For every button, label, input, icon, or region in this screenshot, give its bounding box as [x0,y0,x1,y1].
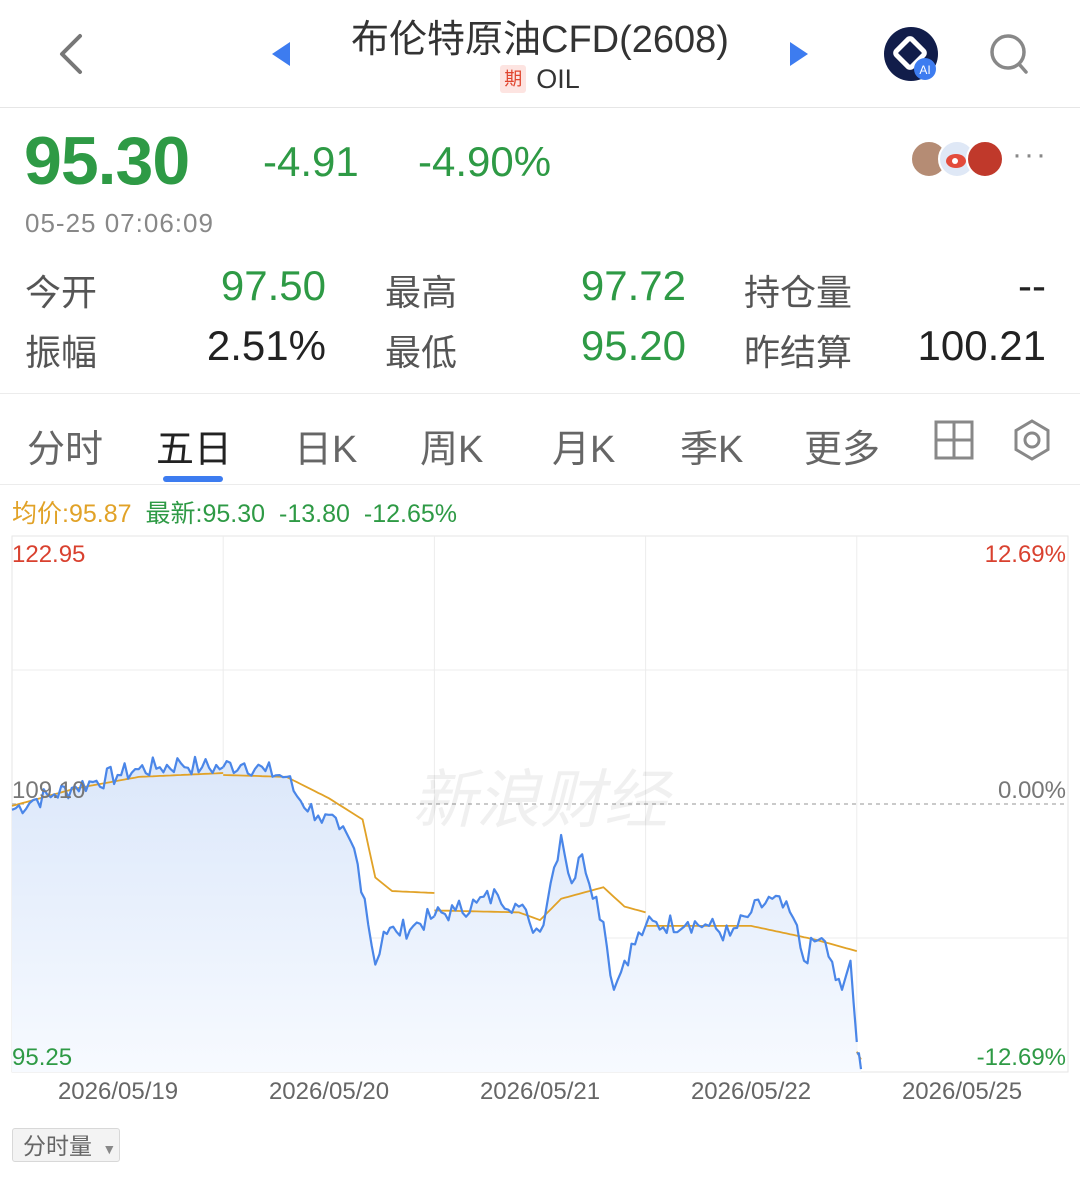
settings-icon[interactable] [1010,418,1054,462]
next-instrument-icon[interactable] [786,38,812,70]
stat-value-amplitude: 2.51% [206,322,326,369]
price-change: -4.91 [263,138,359,185]
stat-value-low: 95.20 [580,322,686,369]
legend-change: -13.80 [279,500,350,528]
last-price: 95.30 [24,123,190,199]
x-tick-label: 2026/05/25 [902,1078,1022,1105]
five-day-price-chart[interactable]: 新浪财经 122.95 109.10 95.25 12.69% 0.00% -1… [0,530,1080,1120]
tab-more[interactable]: 更多 [804,418,880,473]
y-left-tick-label: 109.10 [12,777,85,804]
stat-value-high: 97.72 [580,262,686,309]
tab-quarterly-k[interactable]: 季K [680,418,743,473]
legend-latest-price: 最新:95.30 [145,500,266,528]
ai-assistant-icon[interactable]: AI [882,25,940,83]
x-tick-label: 2026/05/22 [691,1078,811,1105]
quote-timestamp: 05-25 07:06:09 [25,208,214,238]
stat-value-open-interest: -- [1018,262,1046,309]
tab-weekly-k[interactable]: 周K [420,418,483,473]
tab-monthly-k[interactable]: 月K [552,418,615,473]
instrument-symbol: OIL [536,64,580,94]
back-arrow-icon[interactable] [52,30,92,78]
x-tick-label: 2026/05/19 [58,1078,178,1105]
x-tick-label: 2026/05/21 [480,1078,600,1105]
x-tick-label: 2026/05/20 [269,1078,389,1105]
search-icon[interactable] [986,30,1032,78]
chevron-down-icon: ▼ [102,1141,117,1157]
active-tab-indicator [163,476,223,482]
tab-daily-k[interactable]: 日K [294,418,357,473]
watermark-text: 新浪财经 [412,764,674,836]
svg-text:AI: AI [919,63,930,77]
y-right-tick-label: -12.69% [977,1044,1066,1071]
previous-instrument-icon[interactable] [268,38,294,70]
top-bar: 布伦特原油CFD(2608) 期 OIL AI [0,0,1080,108]
y-left-tick-label: 122.95 [12,541,85,568]
stat-label-open-interest: 持仓量 [744,272,853,313]
stat-value-open: 97.50 [220,262,326,309]
divider [0,393,1080,394]
stat-label-prev-settlement: 昨结算 [744,332,853,373]
volume-indicator-label: 分时量 [23,1133,92,1159]
tab-intraday[interactable]: 分时 [27,418,103,473]
tab-five-day[interactable]: 五日 [156,418,232,473]
grid-layout-icon[interactable] [932,418,976,462]
volume-indicator-dropdown[interactable]: 分时量 ▼ [12,1128,120,1162]
legend-average-price: 均价:95.87 [12,500,132,528]
stat-label-low: 最低 [385,332,458,373]
user-avatar[interactable] [966,140,1004,178]
divider [0,484,1080,485]
chart-legend: 均价:95.87 最新:95.30 -13.80 -12.65% [12,494,471,530]
stat-label-high: 最高 [385,272,458,313]
price-change-percent: -4.90% [418,138,552,185]
more-options-icon[interactable]: ··· [1012,138,1048,172]
legend-change-percent: -12.65% [363,500,458,528]
futures-badge: 期 [500,65,527,93]
y-right-tick-label: 0.00% [998,777,1066,804]
instrument-title: 布伦特原油CFD(2608) [351,19,729,61]
stat-label-amplitude: 振幅 [25,332,98,373]
y-right-tick-label: 12.69% [985,541,1066,568]
y-left-tick-label: 95.25 [12,1044,72,1071]
stat-label-open: 今开 [25,272,98,313]
instrument-subtitle: 期 OIL [300,64,780,95]
stat-value-prev-settlement: 100.21 [917,322,1046,369]
